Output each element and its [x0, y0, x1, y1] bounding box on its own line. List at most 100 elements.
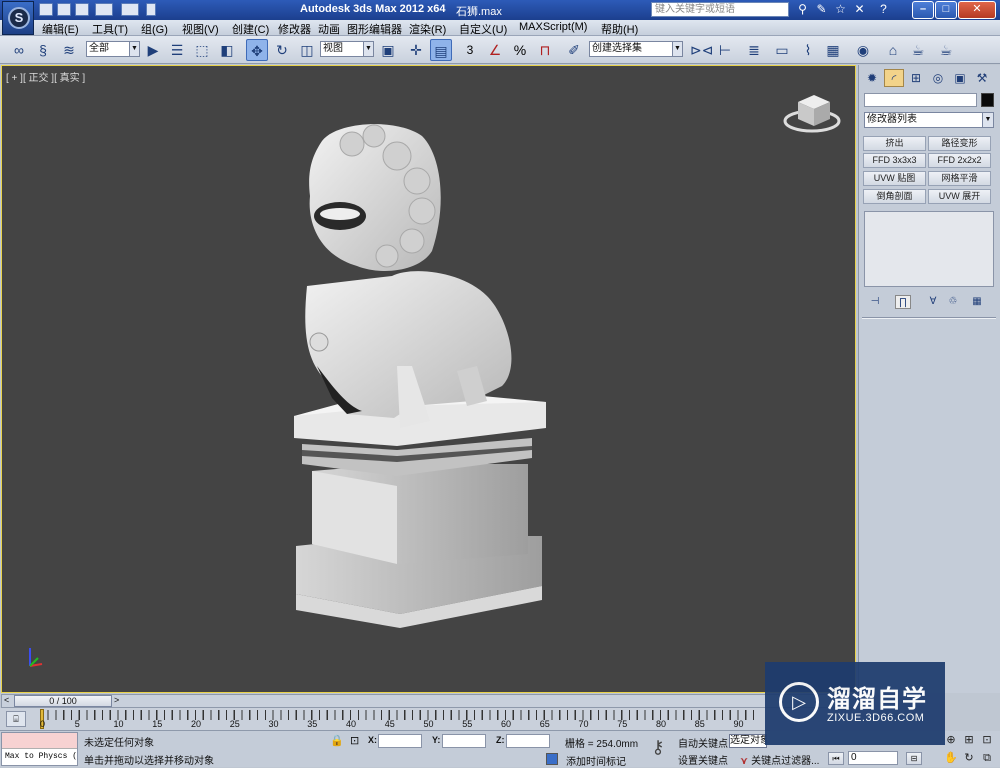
named-selection-set-dropdown[interactable]: 创建选择集 ▼ — [589, 41, 683, 57]
viewcube[interactable] — [783, 95, 841, 133]
menu-modifiers[interactable]: 修改器 — [278, 21, 311, 37]
window-crossing-icon[interactable]: ◧ — [216, 39, 238, 61]
render-setup-icon[interactable]: ⌂ — [882, 39, 904, 61]
close-search-icon[interactable]: ✕ — [852, 2, 867, 17]
help-search-input[interactable]: 键入关键字或短语 — [651, 2, 789, 17]
menu-help[interactable]: 帮助(H) — [601, 21, 638, 37]
stone-lion-model[interactable] — [294, 124, 546, 628]
star-icon[interactable]: ☆ — [833, 2, 848, 17]
configure-modifier-sets-icon[interactable]: ▦ — [969, 295, 985, 309]
pan-icon[interactable]: ✋ — [944, 751, 958, 765]
remove-modifier-icon[interactable]: ♲ — [945, 295, 961, 309]
select-by-name-icon[interactable]: ☰ — [166, 39, 188, 61]
wrench-icon[interactable]: ✎ — [814, 2, 829, 17]
modifier-stack-view[interactable] — [864, 211, 994, 287]
menu-maxscript[interactable]: MAXScript(M) — [519, 21, 587, 33]
menu-group[interactable]: 组(G) — [141, 21, 168, 37]
close-button[interactable]: ✕ — [958, 1, 996, 19]
select-manipulate-icon[interactable]: ✛ — [405, 39, 427, 61]
rectangular-selection-icon[interactable]: ⬚ — [191, 39, 213, 61]
zoom-extents-icon[interactable]: ⊡ — [980, 733, 994, 747]
menu-graph-editors[interactable]: 图形编辑器 — [347, 21, 402, 37]
curve-editor-icon[interactable]: ⌇ — [797, 39, 819, 61]
time-slider-prev[interactable]: < — [4, 695, 9, 705]
menu-create[interactable]: 创建(C) — [232, 21, 269, 37]
pin-stack-icon[interactable]: ⊣ — [867, 295, 883, 309]
orbit-icon[interactable]: ↻ — [962, 751, 976, 765]
app-logo[interactable]: S — [2, 1, 34, 35]
hierarchy-tab-icon[interactable]: ⊞ — [906, 69, 926, 87]
modifier-uvw-map-button[interactable]: UVW 贴图 — [863, 171, 926, 186]
current-frame-field[interactable]: 0 — [848, 751, 898, 765]
unlink-icon[interactable]: § — [32, 39, 54, 61]
modifier-extrude-button[interactable]: 挤出 — [863, 136, 926, 151]
select-and-rotate-icon[interactable]: ↻ — [271, 39, 293, 61]
time-slider-thumb[interactable]: 0 / 100 — [14, 695, 112, 707]
pivot-center-icon[interactable]: ▣ — [377, 39, 399, 61]
select-and-move-icon[interactable]: ✥ — [246, 39, 268, 61]
mirror-icon[interactable]: ⊳⊲ — [690, 39, 713, 61]
create-tab-icon[interactable]: ✹ — [862, 69, 882, 87]
menu-views[interactable]: 视图(V) — [182, 21, 219, 37]
utilities-tab-icon[interactable]: ⚒ — [972, 69, 992, 87]
object-color-swatch[interactable] — [981, 93, 994, 107]
absolute-mode-icon[interactable]: ⊡ — [350, 734, 359, 747]
selection-filter-dropdown[interactable]: 全部 ▼ — [86, 41, 140, 57]
ribbon-toggle-icon[interactable]: ▭ — [771, 39, 793, 61]
key-icon[interactable]: ⚷ — [646, 735, 670, 759]
snap-toggle-icon[interactable]: 3 — [459, 39, 481, 61]
menu-tools[interactable]: 工具(T) — [92, 21, 128, 37]
layer-manager-icon[interactable]: ≣ — [743, 39, 765, 61]
zoom-icon[interactable]: ⊕ — [944, 733, 958, 747]
menu-edit[interactable]: 编辑(E) — [42, 21, 79, 37]
object-name-field[interactable] — [864, 93, 977, 107]
save-file-icon[interactable] — [75, 3, 89, 16]
menu-customize[interactable]: 自定义(U) — [459, 21, 507, 37]
time-slider[interactable]: < 0 / 100 > — [1, 694, 856, 708]
reference-coordinate-dropdown[interactable]: 视图 ▼ — [320, 41, 374, 57]
make-unique-icon[interactable]: ∀ — [925, 295, 941, 309]
maxscript-input[interactable] — [2, 733, 77, 749]
new-file-icon[interactable] — [39, 3, 53, 16]
redo-icon[interactable] — [121, 3, 139, 16]
link-icon[interactable]: ∞ — [8, 39, 30, 61]
align-icon[interactable]: ⊢ — [714, 39, 736, 61]
schematic-view-icon[interactable]: ▦ — [822, 39, 844, 61]
undo-icon[interactable] — [95, 3, 113, 16]
modifier-ffd333-button[interactable]: FFD 3x3x3 — [863, 153, 926, 168]
modifier-path-deform-button[interactable]: 路径变形 — [928, 136, 991, 151]
key-filters-button[interactable]: ⋎ 关键点过滤器... — [740, 752, 819, 767]
menu-animation[interactable]: 动画 — [318, 21, 340, 37]
edit-named-selection-icon[interactable]: ✐ — [563, 39, 585, 61]
rendered-frame-window-icon[interactable]: ☕ — [907, 39, 929, 61]
track-bar[interactable]: ⌸ 0 5 10 15 20 25 30 35 40 45 50 55 60 65 70 75 80 85 90 — [0, 708, 770, 731]
time-tag-icon[interactable] — [546, 753, 558, 765]
add-time-tag[interactable]: 添加时间标记 — [566, 753, 626, 768]
modifier-ffd222-button[interactable]: FFD 2x2x2 — [928, 153, 991, 168]
time-slider-next[interactable]: > — [114, 695, 119, 705]
percent-snap-icon[interactable]: % — [509, 39, 531, 61]
help-icon[interactable]: ? — [876, 2, 891, 17]
modify-tab-icon[interactable]: ◜ — [884, 69, 904, 87]
modifier-meshsmooth-button[interactable]: 网格平滑 — [928, 171, 991, 186]
zoom-all-icon[interactable]: ⊞ — [962, 733, 976, 747]
display-tab-icon[interactable]: ▣ — [950, 69, 970, 87]
set-key-button[interactable]: 设置关键点 — [678, 752, 728, 767]
quick-access-dropdown-icon[interactable] — [146, 3, 156, 16]
modifier-unwrap-uvw-button[interactable]: UVW 展开 — [928, 189, 991, 204]
time-config-icon[interactable]: ⊟ — [906, 752, 922, 765]
mini-curve-editor-icon[interactable]: ⌸ — [6, 711, 26, 727]
maximize-button[interactable]: □ — [935, 1, 957, 19]
x-coordinate-field[interactable] — [378, 734, 422, 748]
keyboard-shortcut-toggle-icon[interactable]: ▤ — [430, 39, 452, 61]
z-coordinate-field[interactable] — [506, 734, 550, 748]
modifier-bevel-profile-button[interactable]: 倒角剖面 — [863, 189, 926, 204]
maxscript-listener[interactable]: Max to Physcs ( — [1, 732, 78, 766]
bind-space-warp-icon[interactable]: ≋ — [58, 39, 80, 61]
auto-key-button[interactable]: 自动关键点 — [678, 735, 728, 750]
go-to-start-icon[interactable]: ⏮ — [828, 752, 844, 765]
y-coordinate-field[interactable] — [442, 734, 486, 748]
menu-rendering[interactable]: 渲染(R) — [409, 21, 446, 37]
select-object-icon[interactable]: ▶ — [142, 39, 164, 61]
material-editor-icon[interactable]: ◉ — [852, 39, 874, 61]
